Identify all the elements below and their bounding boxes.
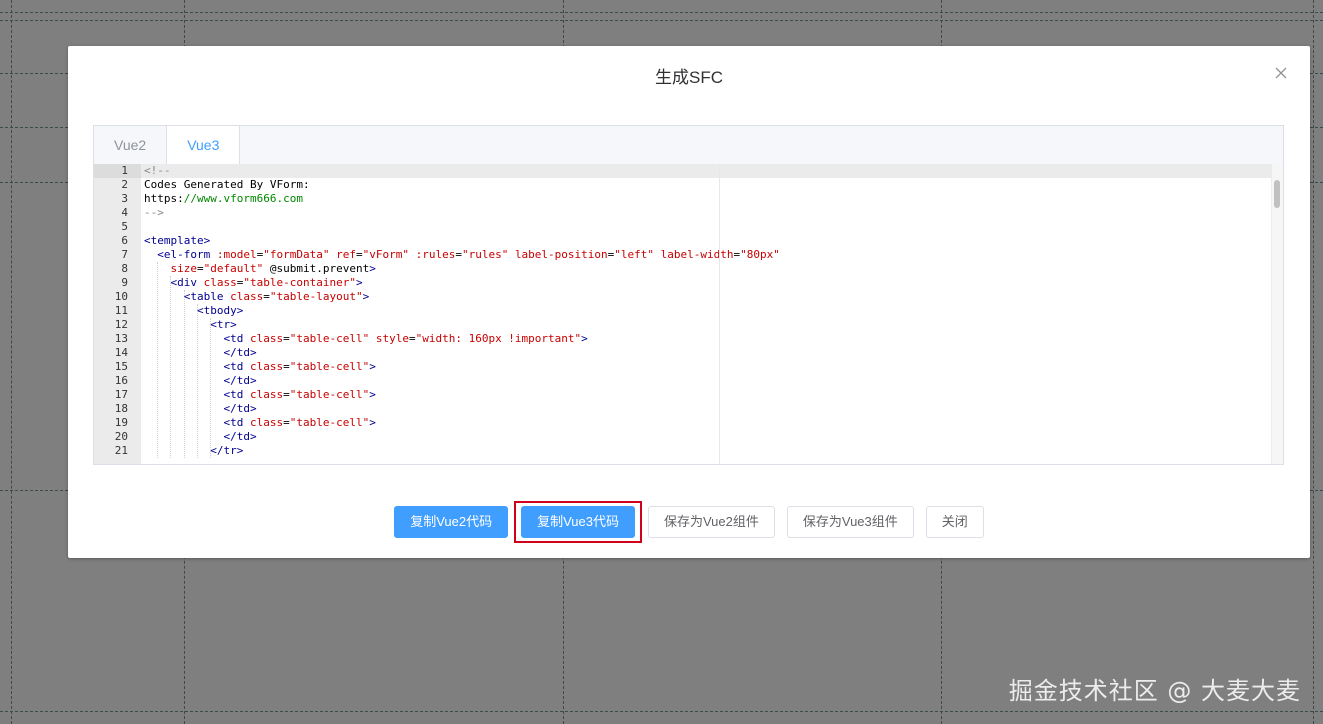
copy-vue3-code-button[interactable]: 复制Vue3代码 (521, 506, 635, 538)
highlight-box: 复制Vue3代码 (514, 501, 642, 543)
line-number: 19 (114, 416, 128, 429)
line-number: 3 (121, 192, 128, 205)
code-line: <tr> (210, 318, 237, 331)
line-number: 21 (114, 444, 128, 457)
watermark: 掘金技术社区 @ 大麦大麦 (1008, 677, 1301, 705)
code-line: </td> (223, 346, 257, 359)
copy-vue2-code-button[interactable]: 复制Vue2代码 (394, 506, 509, 538)
line-number: 9 (121, 276, 128, 289)
line-number: 15 (114, 360, 128, 373)
indent-guide (170, 276, 172, 458)
code-line: <td class="table-cell"> (223, 416, 376, 429)
grid-line (0, 711, 1323, 712)
dialog-title: 生成SFC (655, 68, 723, 87)
line-number: 2 (121, 178, 128, 191)
tab-header: Vue2 Vue3 (94, 126, 1283, 165)
line-number: 14 (114, 346, 128, 359)
code-line: <el-form :model="formData" ref="vForm" :… (157, 248, 780, 261)
save-vue2-component-button[interactable]: 保存为Vue2组件 (647, 506, 775, 538)
close-icon[interactable] (1274, 66, 1288, 80)
indent-guide (157, 262, 159, 458)
code-line: <template> (144, 234, 211, 247)
code-line: </td> (223, 402, 257, 415)
code-line: <td class="table-cell" style="width: 160… (223, 332, 588, 345)
code-line: <tbody> (196, 304, 244, 317)
code-line: <table class="table-layout"> (183, 290, 370, 303)
code-line: <td class="table-cell"> (223, 388, 376, 401)
line-number: 20 (114, 430, 128, 443)
code-line: </td> (223, 430, 257, 443)
code-line: <td class="table-cell"> (223, 360, 376, 373)
code-line: <div class="table-container"> (170, 276, 363, 289)
code-line: <!-- (141, 164, 1283, 178)
code-line: size="default" @submit.prevent> (170, 262, 376, 275)
code-line: Codes Generated By VForm: (144, 178, 310, 191)
generate-sfc-dialog: 生成SFC Vue2 Vue3 1 2 3 4 5 6 7 8 9 10 11 12 13 14 15 16 1… (68, 46, 1310, 558)
save-vue3-component-button[interactable]: 保存为Vue3组件 (786, 506, 914, 538)
code-line: https://www.vform666.com (144, 192, 303, 205)
line-number: 4 (121, 206, 128, 219)
indent-guide (183, 290, 185, 458)
grid-line (11, 0, 12, 724)
line-number: 5 (121, 220, 128, 233)
line-number: 6 (121, 234, 128, 247)
code-content[interactable]: <!-- Codes Generated By VForm: https://www… (141, 164, 1283, 464)
code-line: </tr> (210, 444, 244, 457)
line-number-gutter: 1 2 3 4 5 6 7 8 9 10 11 12 13 14 15 16 17 18 19 20 21 (94, 164, 141, 464)
line-number: 1 (94, 164, 141, 178)
tab-vue2[interactable]: Vue2 (94, 126, 167, 164)
grid-line (0, 12, 1323, 13)
vertical-scrollbar[interactable] (1271, 164, 1283, 464)
line-number: 10 (114, 290, 128, 303)
code-tabs: Vue2 Vue3 1 2 3 4 5 6 7 8 9 10 11 12 13 14 15 16 17 18 19 2… (93, 125, 1284, 465)
line-number: 18 (114, 402, 128, 415)
grid-line (0, 20, 1323, 21)
tab-vue3[interactable]: Vue3 (166, 126, 241, 165)
print-margin (719, 164, 720, 464)
code-line: --> (144, 206, 164, 219)
indent-guide (210, 318, 211, 458)
line-number: 11 (114, 304, 128, 317)
line-number: 17 (114, 388, 128, 401)
close-button[interactable]: 关闭 (925, 506, 984, 538)
line-number: 12 (114, 318, 128, 331)
line-number: 8 (121, 262, 128, 275)
line-number: 13 (114, 332, 128, 345)
line-number: 16 (114, 374, 128, 387)
dialog-footer: 复制Vue2代码 复制Vue3代码 保存为Vue2组件 保存为Vue3组件 关闭 (68, 501, 1310, 543)
scroll-thumb[interactable] (1274, 180, 1280, 208)
indent-guide (196, 304, 198, 458)
code-line: </td> (223, 374, 257, 387)
code-editor[interactable]: 1 2 3 4 5 6 7 8 9 10 11 12 13 14 15 16 17 18 19 20 21 <!-- Co… (94, 164, 1283, 464)
line-number: 7 (121, 248, 128, 261)
grid-line (1313, 0, 1314, 724)
